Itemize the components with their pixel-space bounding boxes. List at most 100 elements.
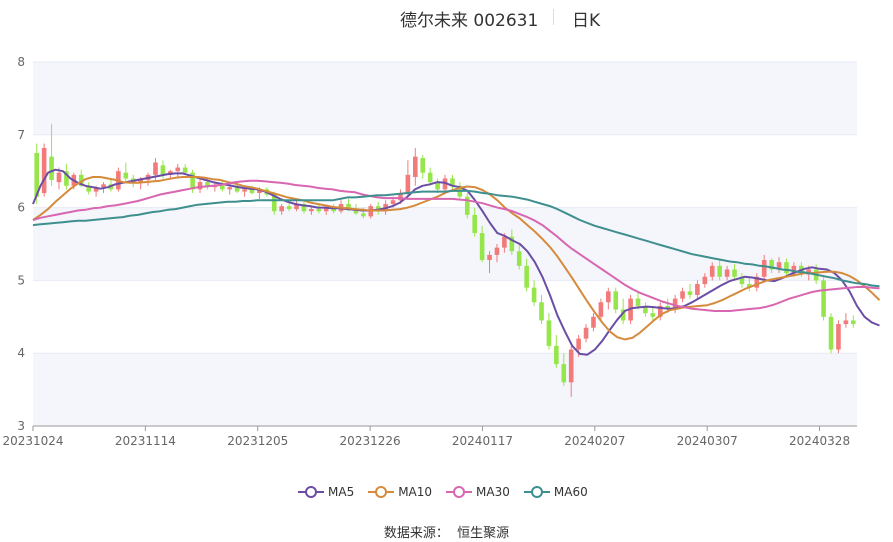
- candle: [450, 174, 455, 190]
- candle: [546, 313, 552, 350]
- candle-body: [413, 156, 418, 178]
- candle-body: [524, 265, 529, 288]
- legend-label: MA10: [398, 485, 433, 499]
- candle-body: [279, 206, 284, 212]
- legend-item-ma30[interactable]: MA30: [446, 485, 510, 499]
- y-tick-label: 6: [17, 201, 25, 215]
- x-tick-label: 20231226: [340, 434, 401, 448]
- candle-body: [576, 338, 581, 350]
- legend: MA5 MA10 MA30 MA60: [298, 482, 602, 502]
- candle-body: [227, 187, 233, 190]
- candle-body: [568, 349, 574, 383]
- y-tick-label: 7: [17, 128, 25, 142]
- candle-body: [316, 209, 322, 212]
- candle-body: [531, 287, 537, 303]
- candle: [464, 193, 470, 219]
- candle-body: [784, 262, 789, 274]
- legend-item-ma60[interactable]: MA60: [523, 485, 588, 499]
- candle: [836, 320, 841, 354]
- candle: [554, 335, 559, 368]
- candle-body: [554, 345, 559, 365]
- candle-body: [635, 298, 641, 306]
- candle-body: [724, 269, 730, 277]
- x-tick-label: 20240307: [677, 434, 738, 448]
- candle: [531, 280, 537, 306]
- candle: [687, 284, 693, 299]
- candle-body: [197, 182, 203, 190]
- candle: [821, 276, 826, 321]
- x-tick-label: 20231024: [2, 434, 63, 448]
- candle-body: [309, 209, 314, 212]
- data-source: 数据来源： 恒生聚源: [0, 522, 893, 541]
- candle: [695, 280, 700, 299]
- candle-body: [695, 284, 700, 295]
- legend-item-ma10[interactable]: MA10: [368, 485, 432, 499]
- candle: [591, 313, 596, 332]
- candle-body: [41, 147, 47, 194]
- legend-label: MA60: [553, 485, 588, 499]
- candle-body: [539, 302, 544, 321]
- candle-body: [175, 167, 181, 172]
- kline-chart[interactable]: 3 4 5 6 7 8 20231024 20231114 20231205 20231226 2…: [0, 0, 893, 470]
- background-bands: [33, 62, 857, 426]
- candle-body: [56, 172, 62, 183]
- candle-body: [487, 254, 492, 261]
- candle-body: [182, 167, 188, 173]
- candle-body: [732, 269, 737, 277]
- candle: [413, 147, 418, 186]
- candle: [41, 143, 47, 197]
- candle-body: [405, 174, 411, 194]
- legend-item-ma5[interactable]: MA5: [298, 485, 354, 499]
- ma60-legend-icon: [523, 486, 550, 498]
- candle-body: [420, 158, 426, 173]
- candle: [643, 302, 648, 317]
- candle: [405, 160, 411, 197]
- candle-body: [160, 165, 166, 175]
- band: [33, 353, 857, 426]
- candle-body: [606, 291, 611, 303]
- candle-body: [583, 327, 589, 339]
- candle-body: [843, 320, 849, 325]
- candle-body: [828, 316, 834, 350]
- candle: [613, 287, 619, 314]
- candle: [123, 162, 129, 183]
- candle-body: [821, 280, 826, 317]
- candle-body: [561, 364, 567, 383]
- candle-body: [123, 172, 129, 179]
- candle: [850, 315, 856, 328]
- candle-body: [516, 251, 522, 266]
- candle-body: [717, 265, 722, 277]
- candle-body: [836, 324, 841, 350]
- candle-body: [286, 206, 292, 210]
- candle: [680, 287, 685, 303]
- y-axis: 3 4 5 6 7 8: [17, 55, 25, 433]
- legend-label: MA30: [476, 485, 510, 499]
- candle: [175, 163, 181, 178]
- x-tick-label: 20240207: [564, 434, 625, 448]
- ma30-legend-icon: [446, 486, 473, 498]
- x-tick-label: 20231205: [227, 434, 288, 448]
- candle: [583, 324, 589, 343]
- source-name: 恒生聚源: [457, 526, 510, 541]
- candle-body: [546, 320, 552, 346]
- candle-body: [219, 185, 225, 190]
- x-tick-label: 20240117: [452, 434, 513, 448]
- y-tick-label: 5: [17, 273, 25, 287]
- y-tick-label: 8: [17, 55, 25, 69]
- candle-body: [494, 247, 500, 255]
- candle-body: [479, 233, 485, 261]
- y-tick-label: 3: [17, 419, 25, 433]
- candle-body: [361, 213, 366, 217]
- candle-body: [613, 291, 619, 310]
- x-tick-label: 20231114: [115, 434, 176, 448]
- candle-body: [591, 316, 596, 328]
- source-label: 数据来源：: [383, 526, 449, 541]
- candle: [86, 182, 91, 195]
- candle-body: [242, 189, 247, 192]
- candle: [539, 294, 544, 325]
- candle-body: [598, 302, 604, 317]
- x-tick-label: 20240328: [789, 434, 850, 448]
- candle: [828, 313, 834, 354]
- candle-body: [680, 291, 685, 299]
- y-tick-label: 4: [17, 346, 25, 360]
